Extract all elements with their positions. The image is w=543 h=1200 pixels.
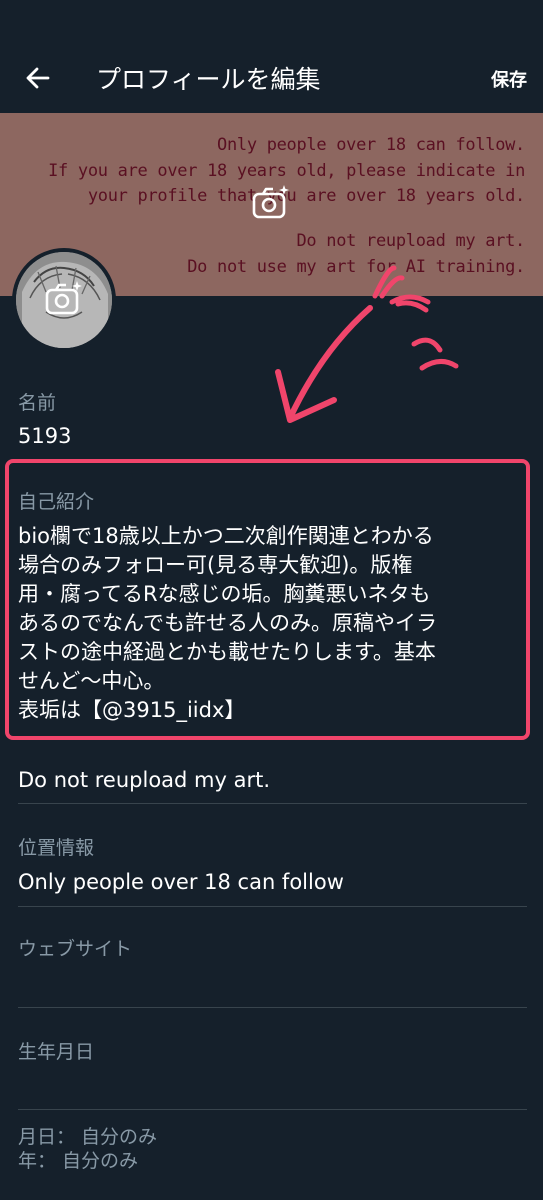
divider bbox=[18, 1109, 527, 1110]
banner-text-line: Do not reupload my art. bbox=[296, 231, 525, 251]
website-input[interactable] bbox=[18, 970, 523, 1000]
change-header-button[interactable] bbox=[251, 183, 291, 223]
top-app-bar: プロフィールを編集 保存 bbox=[0, 0, 543, 113]
save-button[interactable]: 保存 bbox=[491, 66, 527, 92]
page-title: プロフィールを編集 bbox=[96, 65, 321, 94]
bio-line: せんど〜中心。 bbox=[18, 669, 165, 693]
name-input[interactable]: 5193 bbox=[18, 424, 71, 448]
banner-text-line: If you are over 18 years old, please ind… bbox=[48, 161, 525, 181]
bio-line: 表垢は【@3915_iidx】 bbox=[18, 698, 246, 722]
banner-text-line: Only people over 18 can follow. bbox=[217, 135, 525, 155]
name-label: 名前 bbox=[18, 392, 57, 414]
birthday-label: 生年月日 bbox=[18, 1041, 95, 1063]
back-button[interactable] bbox=[22, 62, 54, 94]
camera-plus-icon bbox=[45, 281, 82, 315]
bio-input[interactable]: bio欄で18歳以上かつ二次創作関連とわかる 場合のみフォロー可(見る専大歓迎)… bbox=[18, 522, 523, 725]
camera-plus-icon bbox=[252, 185, 289, 219]
website-label: ウェブサイト bbox=[18, 938, 133, 960]
bio-label: 自己紹介 bbox=[18, 491, 95, 513]
banner-text-line: your profile that you are over 18 years … bbox=[87, 186, 525, 206]
birthday-input[interactable] bbox=[18, 1073, 523, 1103]
change-avatar-button[interactable] bbox=[44, 279, 84, 319]
divider bbox=[18, 906, 527, 907]
divider bbox=[18, 1007, 527, 1008]
location-label: 位置情報 bbox=[18, 837, 95, 859]
birthday-privacy-year: 年： 自分のみ bbox=[18, 1150, 139, 1172]
bio-line: 場合のみフォロー可(見る専大歓迎)。版権 bbox=[18, 553, 413, 577]
bio-line: bio欄で18歳以上かつ二次創作関連とわかる bbox=[18, 524, 434, 548]
bio-line: 用・腐ってるRな感じの垢。胸糞悪いネタも bbox=[18, 582, 431, 606]
arrow-left-icon bbox=[26, 67, 50, 89]
location-input[interactable]: Only people over 18 can follow bbox=[18, 870, 344, 894]
banner-text-line: Do not use my art for AI training. bbox=[187, 257, 525, 277]
divider bbox=[18, 803, 527, 804]
bio-extra-line[interactable]: Do not reupload my art. bbox=[18, 768, 270, 792]
birthday-privacy-month-day: 月日： 自分のみ bbox=[18, 1126, 158, 1148]
bio-line: ストの途中経過とかも載せたりします。基本 bbox=[18, 640, 436, 664]
bio-line: あるのでなんでも許せる人のみ。原稿やイラ bbox=[18, 611, 437, 635]
